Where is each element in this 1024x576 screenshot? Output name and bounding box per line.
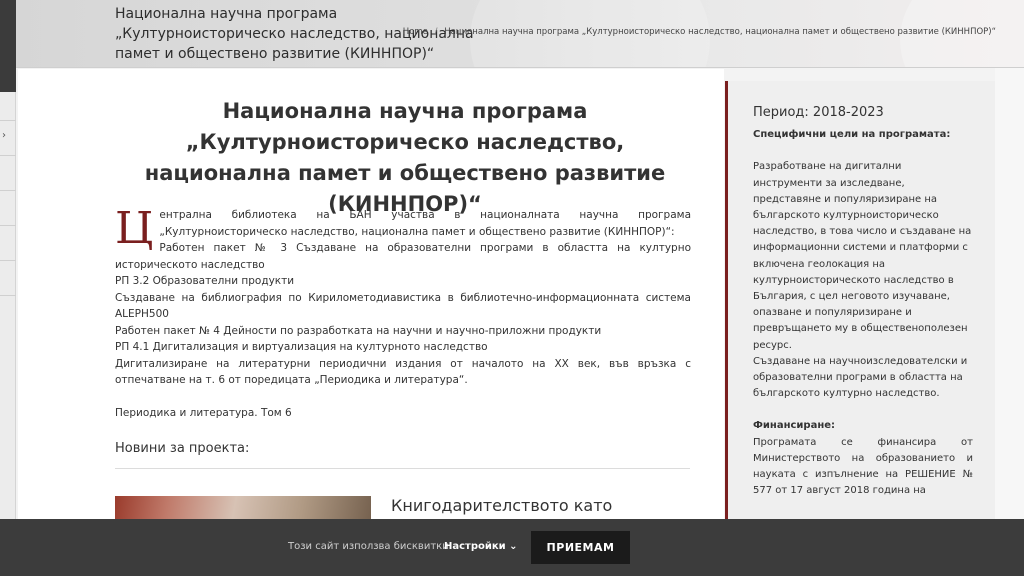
cookie-notice-text: Този сайт използва бисквитки! bbox=[288, 541, 453, 552]
cookie-consent-bar: Този сайт използва бисквитки! Настройки … bbox=[0, 519, 1024, 576]
left-strip-dark-block bbox=[0, 0, 16, 92]
funding-heading: Финансиране: bbox=[753, 420, 836, 432]
article-intro: ентрална библиотека на БАН участва в нац… bbox=[159, 209, 691, 238]
goals-heading: Специфични цели на програмата: bbox=[753, 129, 951, 141]
goals-text: Разработване на дигитални инструменти за… bbox=[753, 161, 972, 351]
article-title: Национална научна програма „Културноисто… bbox=[144, 99, 666, 216]
page: Национална научна програма „Културноисто… bbox=[0, 0, 1024, 576]
breadcrumb-separator: / bbox=[434, 27, 438, 37]
accept-cookies-button[interactable]: ПРИЕМАМ bbox=[531, 531, 630, 564]
sidebar-content: Период: 2018-2023 Специфични цели на про… bbox=[753, 105, 973, 499]
periodika-link[interactable]: Периодика и литература. Том 6 bbox=[115, 405, 691, 422]
right-margin bbox=[995, 68, 1024, 576]
breadcrumb-current: Национална научна програма „Културноисто… bbox=[444, 27, 996, 37]
divider bbox=[0, 190, 16, 191]
divider bbox=[0, 295, 16, 296]
article-paragraph: Работен пакет № 4 Дейности по разработка… bbox=[115, 324, 602, 337]
goals-text: Създаване на научноизследователски и обр… bbox=[753, 355, 968, 400]
breadcrumb-home-link[interactable]: Home bbox=[403, 27, 428, 37]
left-sidebar-strip: › bbox=[0, 0, 16, 576]
program-info-sidebar: Период: 2018-2023 Специфични цели на про… bbox=[725, 81, 995, 576]
article-paragraph: Работен пакет № 3 Създаване на образоват… bbox=[115, 242, 691, 271]
cookie-settings-dropdown[interactable]: Настройки ⌄ bbox=[444, 541, 518, 552]
main-content: Национална научна програма „Културноисто… bbox=[18, 69, 724, 576]
news-item-title[interactable]: Книгодарителството като bbox=[391, 496, 612, 515]
program-period: Период: 2018-2023 bbox=[753, 105, 884, 120]
article-paragraph: РП 3.2 Образователни продукти bbox=[115, 275, 295, 287]
funding-text: Програмата се финансира от Министерствот… bbox=[753, 436, 973, 497]
dropcap-letter: Ц bbox=[115, 203, 154, 254]
divider bbox=[0, 120, 16, 121]
article-paragraph: РП 4.1 Дигитализация и виртуализация на … bbox=[115, 341, 488, 353]
page-header: Национална научна програма „Културноисто… bbox=[0, 0, 1024, 68]
news-divider bbox=[115, 468, 690, 469]
news-section-title: Новини за проекта: bbox=[115, 441, 250, 456]
article-paragraph: Създаване на библиография по Кирилометод… bbox=[115, 291, 691, 321]
divider bbox=[0, 260, 16, 261]
article-paragraph: Дигитализиране на литературни периодични… bbox=[115, 357, 691, 387]
chevron-right-icon[interactable]: › bbox=[2, 130, 6, 141]
divider bbox=[0, 225, 16, 226]
breadcrumb: Home / Национална научна програма „Култу… bbox=[403, 27, 996, 37]
divider bbox=[0, 155, 16, 156]
article-body: Ц ентрална библиотека на БАН участва в н… bbox=[115, 207, 691, 421]
